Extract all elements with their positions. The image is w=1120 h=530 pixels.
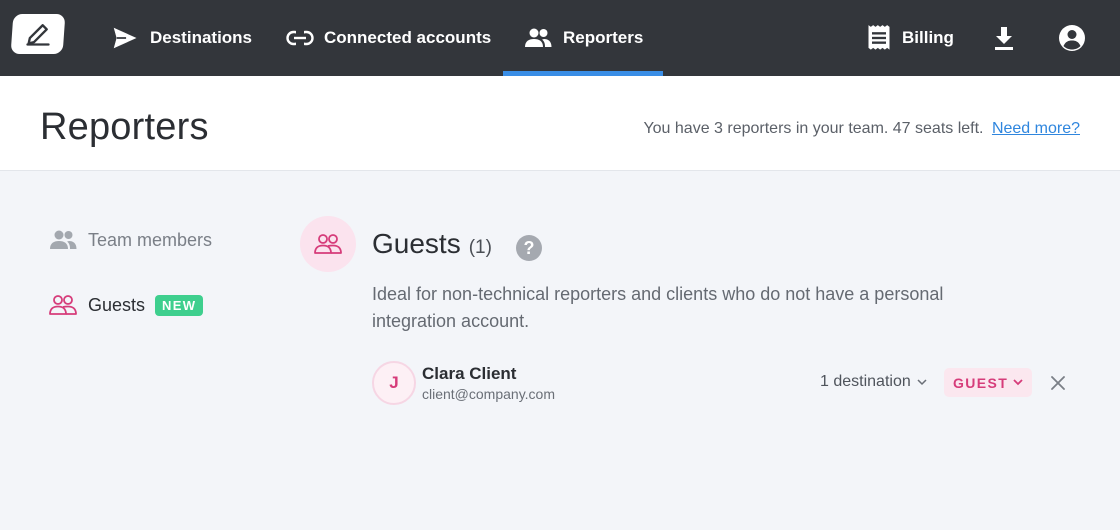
role-label: GUEST [953,374,1009,391]
sidebar-item-guests[interactable]: Guests NEW [48,294,204,316]
group-count: (1) [468,237,492,258]
people-icon [48,229,78,251]
guests-icon [314,234,342,254]
receipt-icon [866,24,892,52]
page-title: Reporters [40,106,209,148]
top-nav: Destinations Connected accounts Reporter… [0,0,1120,76]
remove-member-button[interactable] [1046,371,1070,395]
sidebar-item-label: Team members [88,229,213,250]
pen-icon [26,24,50,46]
account-button[interactable] [1054,20,1090,56]
guests-icon [48,294,78,316]
member-avatar: J [372,361,416,405]
team-seat-info: You have 3 reporters in your team. 47 se… [643,120,1080,138]
nav-billing[interactable]: Billing [866,0,954,76]
team-info-text: You have 3 reporters in your team. 47 se… [643,120,984,137]
sidebar-item-label: Guests [88,294,146,315]
close-icon [1051,376,1065,390]
people-icon [523,27,553,49]
group-title: Guests (1) [372,228,492,260]
nav-destinations[interactable]: Destinations [110,0,252,76]
chevron-down-icon [917,378,927,386]
group-description: Ideal for non-technical reporters and cl… [372,284,944,331]
help-icon[interactable]: ? [516,235,542,261]
group-title-text: Guests [372,228,461,259]
sidebar-item-team-members[interactable]: Team members [48,229,212,251]
send-icon [110,25,140,51]
link-icon [286,27,314,49]
guests-group-avatar [300,216,356,272]
nav-label: Connected accounts [324,28,492,47]
download-button[interactable] [986,20,1022,56]
need-more-link[interactable]: Need more? [992,120,1080,137]
role-dropdown[interactable]: GUEST [944,368,1033,397]
chevron-down-icon [1013,379,1023,386]
nav-label: Destinations [150,28,253,47]
destinations-dropdown[interactable]: 1 destination [820,373,927,391]
page-header: Reporters You have 3 reporters in your t… [0,76,1120,171]
nav-connected-accounts[interactable]: Connected accounts [286,0,491,76]
nav-label: Reporters [563,28,644,47]
download-icon [995,27,1013,50]
new-badge: NEW [155,294,204,316]
nav-label: Billing [902,28,954,47]
destinations-label: 1 destination [820,373,911,390]
nav-reporters[interactable]: Reporters [502,0,664,76]
app-logo[interactable] [10,14,66,54]
member-email: client@company.com [422,386,555,402]
member-name: Clara Client [422,364,517,383]
account-circle-icon [1059,25,1085,51]
